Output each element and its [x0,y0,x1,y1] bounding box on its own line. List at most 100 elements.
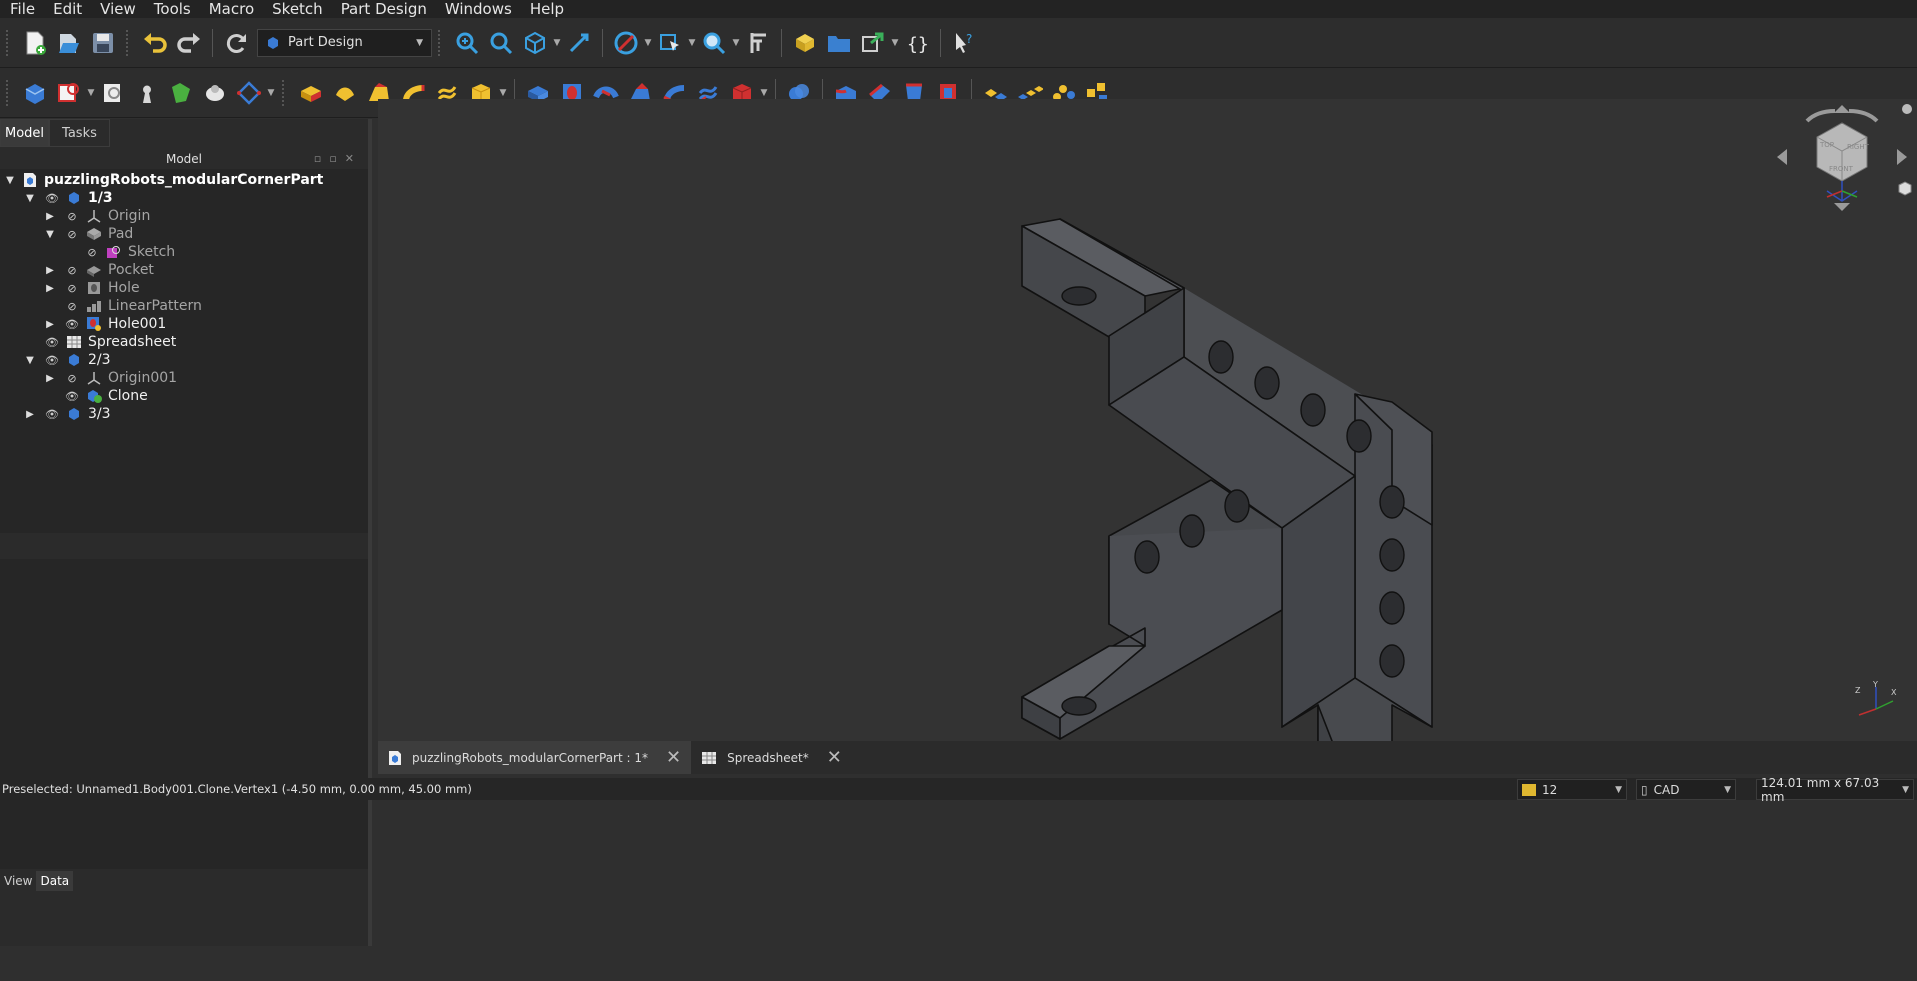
revolution-button[interactable] [328,76,362,110]
expand-arrow-icon[interactable]: ▼ [24,355,36,366]
validate-sketch-button[interactable] [96,76,130,110]
tab-data[interactable]: Data [36,871,74,891]
document-icon [20,172,40,188]
panel-window-icons[interactable]: ▫▫✕ [314,149,362,169]
toolbar-grip[interactable] [6,29,12,56]
close-icon[interactable]: ✕ [666,747,681,768]
eye-icon[interactable]: 👁 [64,390,80,403]
tab-view[interactable]: View [0,871,36,891]
expand-arrow-icon[interactable]: ▶ [44,265,56,276]
tab-spreadsheet[interactable]: Spreadsheet* ✕ [691,741,852,774]
hidden-eye-icon[interactable]: ⊘ [64,300,80,313]
chevron-down-icon[interactable]: ▼ [731,26,741,60]
navcube-face-front[interactable]: FRONT [1829,165,1854,173]
subshape-binder-button[interactable] [164,76,198,110]
toolbar-grip[interactable] [126,29,132,56]
hidden-eye-icon[interactable]: ⊘ [64,372,80,385]
chevron-down-icon[interactable]: ▼ [86,76,96,110]
expand-arrow-icon[interactable]: ▶ [24,409,36,420]
chevron-down-icon[interactable]: ▼ [266,76,276,110]
tree-label: Hole [108,280,140,296]
save-button[interactable] [86,26,120,60]
pocket-icon [84,262,104,278]
redo-button[interactable] [172,26,206,60]
hole-icon [84,280,104,296]
hidden-eye-icon[interactable]: ⊘ [84,246,100,259]
revolution-icon [336,87,354,101]
menu-macro[interactable]: Macro [199,0,262,18]
fit-selection-button[interactable] [484,26,518,60]
measure-distance-button[interactable] [562,26,596,60]
navigation-style-selector[interactable]: ▯ CAD ▼ [1636,779,1736,800]
menu-sketch[interactable]: Sketch [262,0,331,18]
shape-binder-button[interactable] [130,76,164,110]
toolbar-grip[interactable] [6,79,12,106]
selection-filter-button[interactable] [653,26,687,60]
undo-button[interactable] [138,26,172,60]
eye-icon[interactable]: 👁 [44,192,60,205]
open-button[interactable] [52,26,86,60]
expand-arrow-icon[interactable]: ▶ [44,283,56,294]
macro-button[interactable] [788,26,822,60]
eye-icon[interactable]: 👁 [44,336,60,349]
expand-arrow-icon[interactable]: ▶ [44,211,56,222]
menu-edit[interactable]: Edit [43,0,90,18]
tab-document[interactable]: puzzlingRobots_modularCornerPart : 1* ✕ [378,741,692,774]
create-body-button[interactable] [18,76,52,110]
tab-model[interactable]: Model [0,119,50,147]
navcube-face-right[interactable]: RIGHT [1847,143,1870,151]
draw-style-button[interactable] [609,26,643,60]
hidden-eye-icon[interactable]: ⊘ [64,210,80,223]
python-console-button[interactable]: {} [900,26,934,60]
expand-arrow-icon[interactable]: ▼ [44,229,56,240]
toolbar-grip[interactable] [438,29,444,56]
menu-help[interactable]: Help [520,0,572,18]
close-icon[interactable]: ✕ [827,747,842,768]
export-button[interactable] [856,26,890,60]
menu-file[interactable]: File [0,0,43,18]
new-document-button[interactable] [18,26,52,60]
navigation-cube[interactable]: TOP RIGHT FRONT [1767,99,1917,229]
eye-icon[interactable]: 👁 [64,318,80,331]
navcube-face-top[interactable]: TOP [1819,141,1834,149]
tree-item-body-3[interactable]: ▶ 👁 3/3 [24,403,110,425]
clone-sheep-icon [206,84,224,101]
chevron-down-icon[interactable]: ▼ [643,26,653,60]
view-isometric-button[interactable] [518,26,552,60]
menu-windows[interactable]: Windows [435,0,520,18]
3d-model[interactable] [378,99,1917,741]
layer-selector[interactable]: 12 ▼ [1517,779,1627,800]
pad-button[interactable] [294,76,328,110]
expand-arrow-icon[interactable]: ▶ [44,319,56,330]
hidden-eye-icon[interactable]: ⊘ [64,264,80,277]
refresh-button[interactable] [219,26,253,60]
workbench-selector[interactable]: Part Design ▼ [257,28,432,57]
dimension-display[interactable]: 124.01 mm x 67.03 mm ▼ [1756,776,1914,804]
expand-arrow-icon[interactable]: ▶ [44,373,56,384]
measure-tool-button[interactable] [741,26,775,60]
folder-button[interactable] [822,26,856,60]
menu-view[interactable]: View [90,0,144,18]
inspect-button[interactable] [697,26,731,60]
property-view[interactable] [0,559,368,869]
expand-arrow-icon[interactable]: ▼ [24,193,36,204]
measure-icon [569,33,589,52]
create-sketch-button[interactable] [52,76,86,110]
eye-icon[interactable]: 👁 [44,354,60,367]
eye-icon[interactable]: 👁 [44,408,60,421]
datum-plane-button[interactable] [232,76,266,110]
toolbar-grip[interactable] [282,79,288,106]
hidden-eye-icon[interactable]: ⊘ [64,228,80,241]
whats-this-button[interactable]: ? [947,26,981,60]
chevron-down-icon[interactable]: ▼ [687,26,697,60]
chevron-down-icon[interactable]: ▼ [890,26,900,60]
menu-part-design[interactable]: Part Design [331,0,435,18]
3d-viewport[interactable]: TOP RIGHT FRONT Z Y X [378,99,1917,741]
clone-button[interactable] [198,76,232,110]
expand-arrow-icon[interactable]: ▼ [4,175,16,186]
hidden-eye-icon[interactable]: ⊘ [64,282,80,295]
chevron-down-icon[interactable]: ▼ [552,26,562,60]
menu-tools[interactable]: Tools [144,0,199,18]
tab-tasks[interactable]: Tasks [49,119,110,147]
fit-all-button[interactable] [450,26,484,60]
